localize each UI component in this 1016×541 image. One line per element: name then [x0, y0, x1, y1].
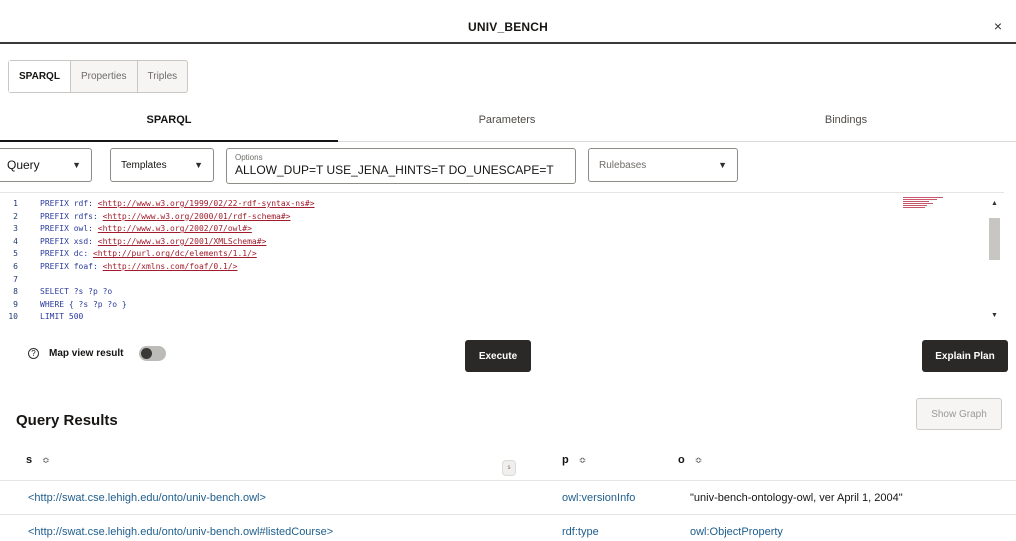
scrollbar-thumb[interactable]: [989, 218, 1000, 260]
line-number: 2: [13, 211, 18, 221]
line-number: 10: [8, 312, 18, 322]
code-line: 6 PREFIX foaf: <http://xmlns.com/foaf/0.1…: [0, 262, 237, 272]
result-object-link[interactable]: owl:ObjectProperty: [690, 526, 783, 538]
line-number: 8: [13, 287, 18, 297]
chevron-down-icon: ▼: [718, 160, 727, 170]
code-keyword: PREFIX xsd:: [40, 236, 98, 246]
tab-parameters[interactable]: Parameters: [338, 114, 676, 142]
segment-sparql[interactable]: SPARQL: [9, 61, 71, 92]
code-line: 10 LIMIT 500: [0, 312, 83, 322]
column-header-s-label: s: [26, 454, 33, 466]
code-uri: <http://xmlns.com/foaf/0.1/>: [102, 262, 238, 271]
result-predicate-link[interactable]: owl:versionInfo: [562, 492, 635, 504]
scroll-down-icon[interactable]: ▼: [991, 312, 998, 319]
code-line: 5 PREFIX dc: <http://purl.org/dc/elements…: [0, 249, 257, 259]
map-view-toggle[interactable]: [139, 346, 167, 361]
execute-button[interactable]: Execute: [465, 340, 531, 372]
code-line: 3 PREFIX owl: <http://www.w3.org/2002/07/…: [0, 224, 252, 234]
code-keyword: LIMIT 500: [40, 312, 84, 322]
code-uri: <http://www.w3.org/2002/07/owl#>: [97, 224, 252, 234]
tab-parameters-label: Parameters: [478, 114, 536, 126]
line-number: 9: [13, 299, 18, 309]
table-row: <http://swat.cse.lehigh.edu/onto/univ-be…: [0, 514, 1016, 541]
code-keyword: PREFIX owl:: [40, 224, 98, 234]
result-object-value: "univ-bench-ontology-owl, ver April 1, 2…: [690, 492, 903, 504]
code-uri: <http://www.w3.org/1999/02/22-rdf-syntax…: [97, 199, 315, 208]
code-line: 1 PREFIX rdf: <http://www.w3.org/1999/02/…: [0, 199, 315, 209]
line-number: 4: [13, 236, 18, 246]
editor-scrollbar[interactable]: ▲ ▼: [987, 194, 1002, 328]
show-graph-button[interactable]: Show Graph: [916, 398, 1002, 430]
templates-select[interactable]: Templates ▼: [110, 148, 214, 182]
tab-bindings-label: Bindings: [824, 114, 868, 126]
query-select[interactable]: Query ▼: [0, 148, 92, 182]
code-uri: <http://purl.org/dc/elements/1.1/>: [92, 249, 257, 259]
rulebases-placeholder: Rulebases: [599, 159, 647, 171]
chevron-down-icon: ▼: [72, 160, 81, 170]
scroll-up-icon[interactable]: ▲: [991, 200, 998, 207]
result-subject-link[interactable]: <http://swat.cse.lehigh.edu/onto/univ-be…: [28, 492, 266, 504]
line-number: 3: [13, 224, 18, 234]
line-number: 7: [13, 274, 18, 284]
dialog-titlebar: UNIV_BENCH ×: [0, 0, 1016, 44]
code-line: 7: [0, 275, 40, 285]
sort-icon[interactable]: ≎: [695, 455, 703, 466]
code-uri: <http://www.w3.org/2000/01/rdf-schema#>: [102, 211, 291, 221]
templates-select-value: Templates: [121, 159, 167, 171]
query-results-title: Query Results: [16, 412, 118, 429]
code-line: 2 PREFIX rdfs: <http://www.w3.org/2000/01…: [0, 212, 290, 222]
line-number: 1: [13, 199, 18, 208]
toggle-knob: [141, 348, 153, 359]
column-header-p-label: p: [562, 454, 569, 466]
editor-minimap[interactable]: [903, 196, 945, 208]
code-uri: <http://www.w3.org/2001/XMLSchema#>: [97, 236, 267, 246]
code-keyword: SELECT ?s ?p ?o: [40, 287, 113, 297]
line-number: 6: [13, 262, 18, 271]
sort-icon[interactable]: ≎: [42, 455, 50, 466]
code-keyword: PREFIX foaf:: [40, 262, 103, 271]
column-header-p[interactable]: p ≎: [562, 454, 586, 466]
code-keyword: PREFIX rdf:: [40, 199, 98, 208]
chevron-down-icon: ▼: [194, 160, 203, 170]
result-subject-link[interactable]: <http://swat.cse.lehigh.edu/onto/univ-be…: [28, 526, 333, 538]
rulebases-select[interactable]: Rulebases ▼: [588, 148, 738, 182]
column-header-o-label: o: [678, 454, 685, 466]
code-line: 4 PREFIX xsd: <http://www.w3.org/2001/XML…: [0, 237, 266, 247]
dialog-title: UNIV_BENCH: [467, 20, 548, 34]
view-segmented-control: SPARQL Properties Triples: [8, 60, 189, 93]
segment-triples[interactable]: Triples: [138, 61, 188, 92]
map-view-label: Map view result: [49, 348, 124, 359]
options-value: ALLOW_DUP=T USE_JENA_HINTS=T DO_UNESCAPE…: [235, 163, 554, 177]
sort-icon[interactable]: ≎: [579, 455, 587, 466]
line-number: 5: [13, 249, 18, 259]
code-keyword: PREFIX dc:: [40, 249, 93, 259]
close-icon[interactable]: ×: [994, 18, 1002, 34]
column-header-s[interactable]: s ≎: [26, 454, 50, 466]
sparql-code-editor[interactable]: 1 PREFIX rdf: <http://www.w3.org/1999/02/…: [0, 192, 1004, 336]
table-row: <http://swat.cse.lehigh.edu/onto/univ-be…: [0, 480, 1016, 514]
map-view-control: ? Map view result: [28, 346, 167, 361]
explain-plan-button[interactable]: Explain Plan: [922, 340, 1008, 372]
tab-sparql-label: SPARQL: [146, 114, 192, 126]
code-line: 8 SELECT ?s ?p ?o: [0, 287, 112, 297]
query-select-value: Query: [7, 158, 40, 172]
tab-sparql[interactable]: SPARQL: [0, 114, 338, 142]
editor-tabs: SPARQL Parameters Bindings: [0, 114, 1016, 142]
column-header-o[interactable]: o ≎: [678, 454, 702, 466]
code-keyword: PREFIX rdfs:: [40, 211, 103, 221]
help-icon[interactable]: ?: [28, 348, 39, 359]
code-line: 9 WHERE { ?s ?p ?o }: [0, 300, 127, 310]
column-resizer-icon[interactable]: s: [502, 460, 516, 476]
options-field[interactable]: Options ALLOW_DUP=T USE_JENA_HINTS=T DO_…: [226, 148, 576, 184]
tab-bindings[interactable]: Bindings: [676, 114, 1016, 142]
code-keyword: WHERE { ?s ?p ?o }: [40, 299, 127, 309]
options-label: Options: [235, 153, 263, 162]
result-predicate-link[interactable]: rdf:type: [562, 526, 599, 538]
segment-properties[interactable]: Properties: [71, 61, 138, 92]
